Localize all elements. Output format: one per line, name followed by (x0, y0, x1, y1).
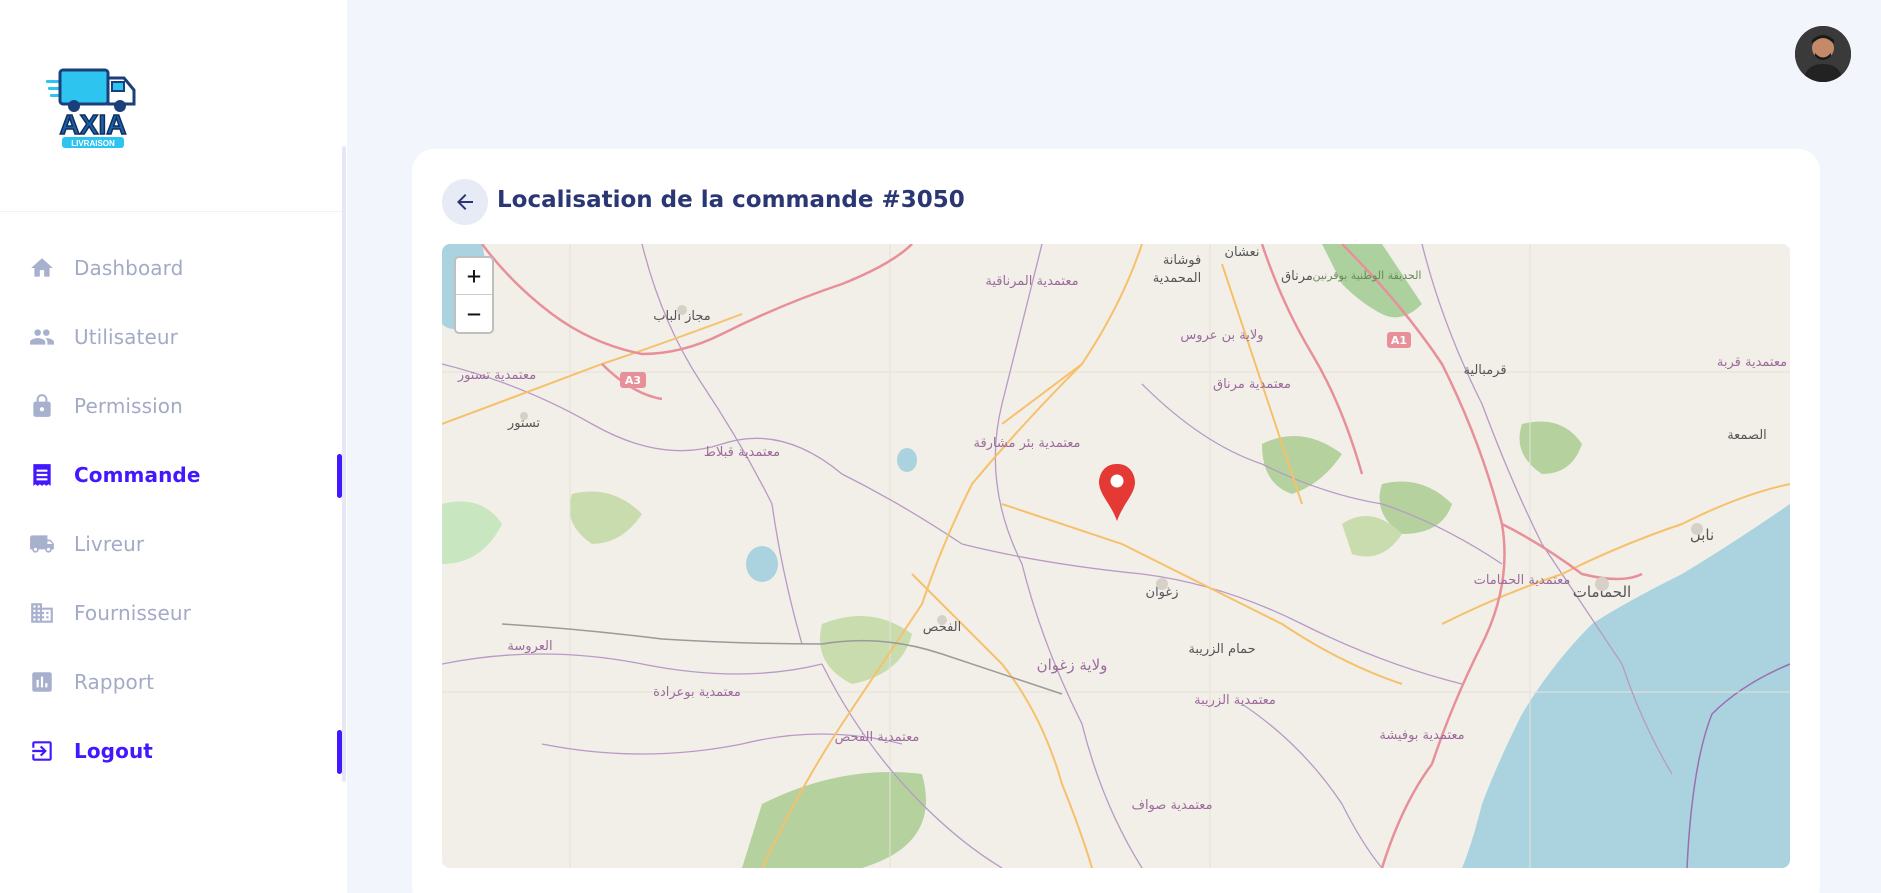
sidebar-item-label: Permission (74, 393, 183, 418)
sidebar-item-label: Fournisseur (74, 600, 191, 625)
map-label: ولاية زغوان (1037, 656, 1108, 674)
sidebar-item-utilisateur[interactable]: Utilisateur (0, 302, 347, 371)
map-label: العروسة (507, 639, 552, 654)
map-label: معتمدية الزريبة (1194, 693, 1276, 708)
map-label: ولاية بن عروس (1180, 328, 1263, 343)
bar-chart-icon (28, 668, 56, 696)
logout-icon (28, 737, 56, 765)
map-label: قرمبالية (1463, 363, 1506, 378)
map-label: معتمدية الفحص (835, 730, 920, 745)
sidebar-scrollbar[interactable] (342, 146, 346, 782)
map-label: معتمدية بئر مشارقة (973, 436, 1080, 451)
sidebar-item-label: Rapport (74, 669, 155, 694)
zoom-in-button[interactable]: + (456, 258, 492, 295)
arrow-left-icon (457, 194, 473, 210)
truck-icon (28, 530, 56, 558)
axia-logo[interactable]: AXIA LIVRAISON (46, 62, 140, 150)
sidebar-item-label: Dashboard (74, 255, 184, 280)
sidebar-item-dashboard[interactable]: Dashboard (0, 233, 347, 302)
map-label: معتمدية بوفيشة (1379, 728, 1464, 743)
building-icon (28, 599, 56, 627)
logo-subtext: LIVRAISON (71, 139, 115, 148)
sidebar-item-commande[interactable]: Commande (0, 440, 347, 509)
map-label: حمام الزريبة (1188, 642, 1255, 657)
order-map[interactable]: A3 A1 معتمدية المرناقية فوشانة نعشان الم… (442, 244, 1790, 868)
sidebar-item-fournisseur[interactable]: Fournisseur (0, 578, 347, 647)
map-label: معتمدية تستور (457, 368, 536, 383)
user-avatar[interactable] (1795, 26, 1851, 82)
map-zoom-control: + − (454, 256, 494, 334)
lock-icon (28, 392, 56, 420)
map-label: نعشان (1225, 245, 1260, 260)
map-label: معتمدية مرناق (1213, 377, 1291, 392)
sidebar-item-label: Livreur (74, 531, 145, 556)
home-icon (28, 254, 56, 282)
map-label: معتمدية قربة (1717, 355, 1787, 370)
sidebar: AXIA LIVRAISON Dashboard Utilisateur Per… (0, 0, 347, 893)
map-label: معتمدية صواف (1131, 798, 1212, 813)
map-tiles[interactable]: A3 A1 معتمدية المرناقية فوشانة نعشان الم… (442, 244, 1790, 868)
sidebar-item-rapport[interactable]: Rapport (0, 647, 347, 716)
map-label: الحديقة الوطنية بوقرنين (1312, 269, 1421, 282)
sidebar-item-label: Logout (74, 738, 153, 763)
sidebar-item-livreur[interactable]: Livreur (0, 509, 347, 578)
sidebar-item-label: Utilisateur (74, 324, 178, 349)
map-label: مرناق (1281, 269, 1313, 284)
map-label: معتمدية بوعرادة (653, 685, 741, 700)
sidebar-item-logout[interactable]: Logout (0, 716, 347, 785)
sidebar-item-permission[interactable]: Permission (0, 371, 347, 440)
map-label: معتمدية الحمامات (1474, 573, 1571, 588)
users-icon (28, 323, 56, 351)
sidebar-item-label: Commande (74, 462, 201, 487)
sidebar-nav: Dashboard Utilisateur Permission Command… (0, 233, 347, 785)
page-title: Localisation de la commande #3050 (497, 187, 965, 213)
map-label: المحمدية (1153, 271, 1201, 286)
map-label: فوشانة (1163, 253, 1201, 268)
road-shield-a1: A1 (1391, 334, 1407, 347)
logo-text: AXIA (60, 109, 127, 140)
order-location-card: Localisation de la commande #3050 A3 A1 … (412, 149, 1820, 893)
map-label: الصمعة (1727, 428, 1767, 443)
zoom-out-button[interactable]: − (456, 295, 492, 332)
map-label: معتمدية المرناقية (985, 274, 1078, 289)
receipt-icon (28, 461, 56, 489)
map-label: معتمدية قبلاط (704, 445, 780, 460)
back-button[interactable] (442, 179, 488, 225)
sidebar-divider (0, 211, 347, 212)
road-shield-a3: A3 (625, 374, 641, 387)
